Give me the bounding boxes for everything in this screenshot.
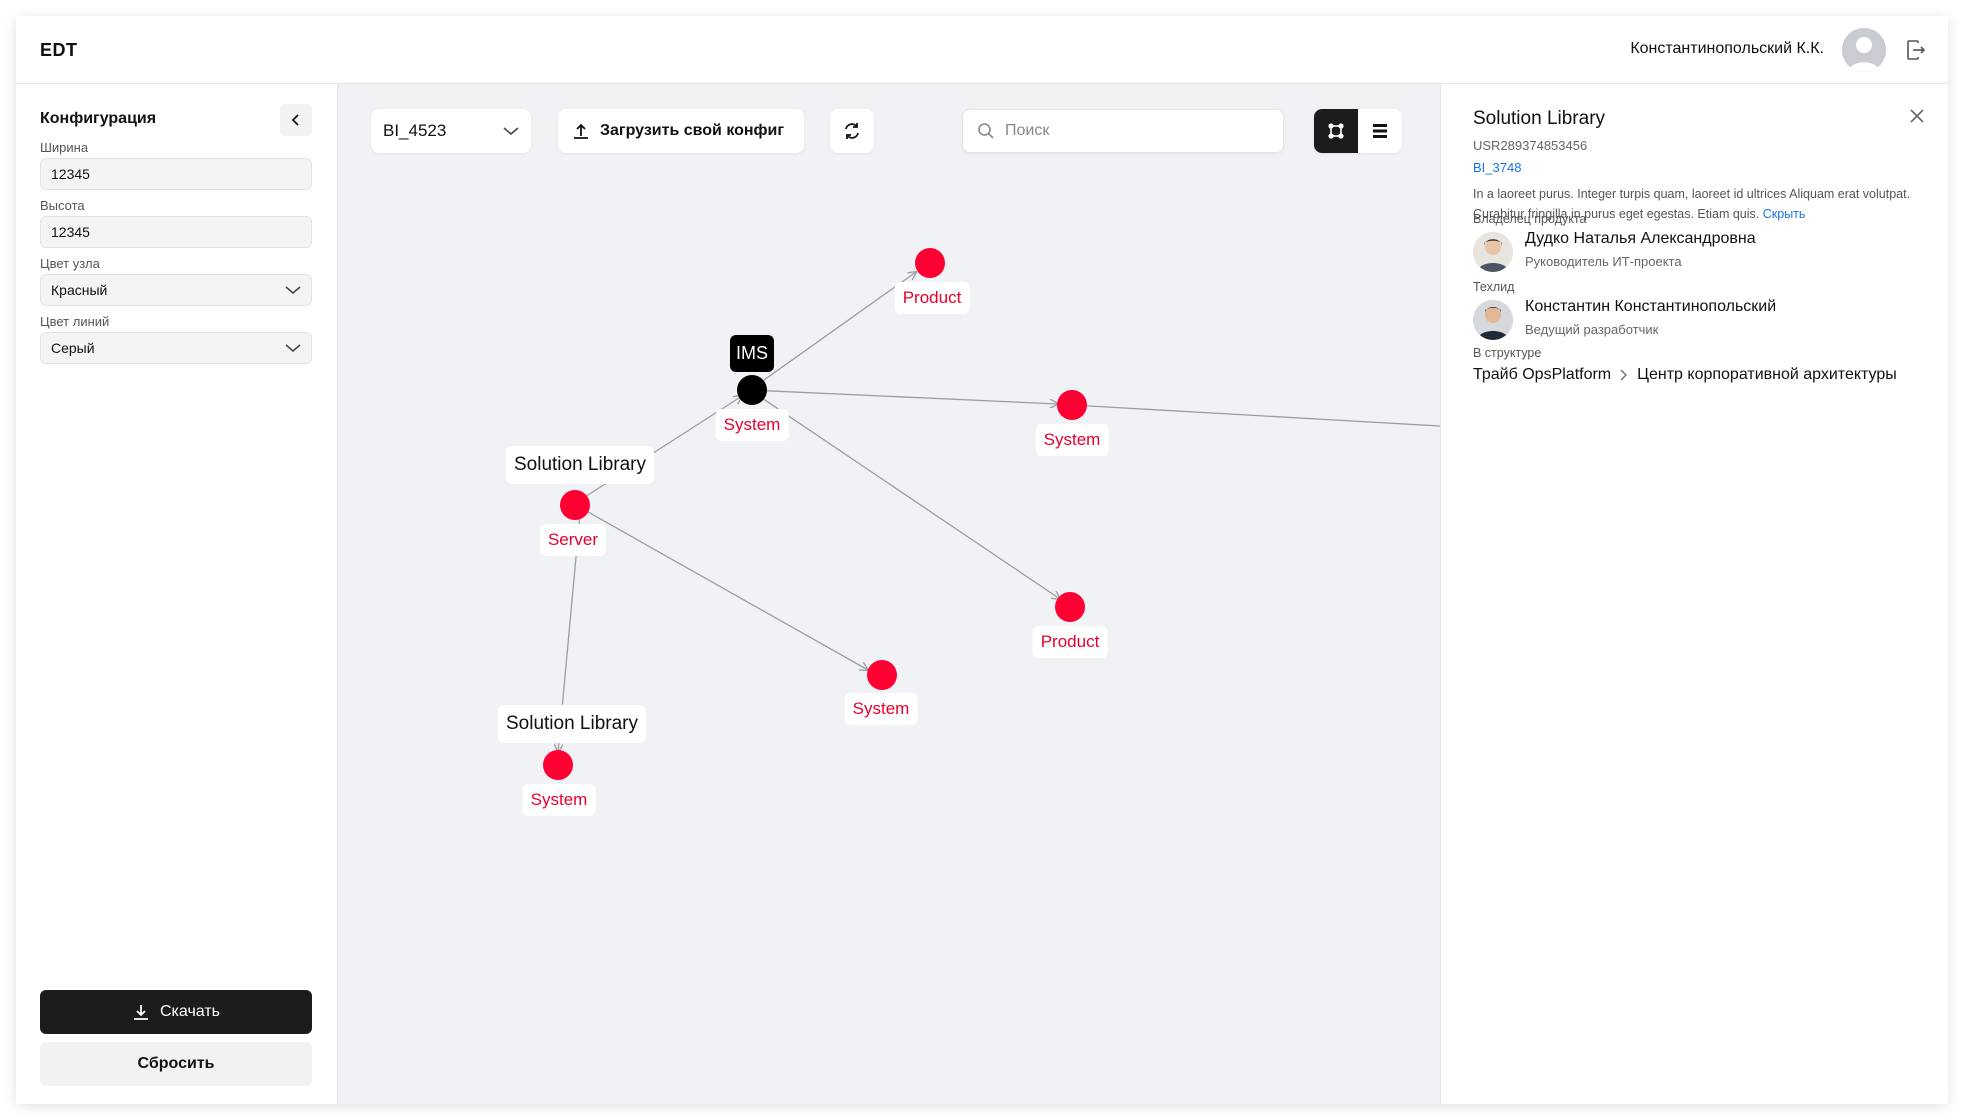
avatar-placeholder-icon xyxy=(1842,28,1886,72)
owner-avatar xyxy=(1473,232,1513,272)
hide-description-link[interactable]: Скрыть xyxy=(1763,207,1806,221)
graph-edges xyxy=(543,248,1440,780)
upload-config-button[interactable]: Загрузить свой конфиг xyxy=(558,109,804,153)
chevron-down-icon xyxy=(503,127,519,136)
close-icon[interactable] xyxy=(1907,106,1927,126)
edge-server-system-mid xyxy=(573,503,868,670)
techlead-role: Ведущий разработчик xyxy=(1525,322,1659,337)
edge-ims-product-bottom xyxy=(749,389,1060,599)
node-system-mid-label[interactable]: System xyxy=(844,693,918,725)
structure-section-label: В структуре xyxy=(1473,346,1542,360)
list-view-icon xyxy=(1373,124,1387,138)
line-color-select[interactable]: Серый xyxy=(40,332,312,364)
chevron-right-icon xyxy=(1620,369,1628,381)
node-ims-dot xyxy=(737,375,767,405)
line-color-value: Серый xyxy=(51,340,95,356)
width-value: 12345 xyxy=(51,166,90,182)
user-avatar[interactable] xyxy=(1842,28,1886,72)
width-input[interactable]: 12345 xyxy=(40,158,312,190)
node-color-select[interactable]: Красный xyxy=(40,274,312,306)
owner-section-label: Владелец продукта xyxy=(1473,212,1587,226)
node-server-title[interactable]: Solution Library xyxy=(505,446,655,484)
search-icon xyxy=(978,123,994,139)
reset-button[interactable]: Сбросить xyxy=(40,1042,312,1086)
techlead-section-label: Техлид xyxy=(1473,280,1515,294)
owner-role: Руководитель ИТ-проекта xyxy=(1525,254,1682,269)
graph-view-icon xyxy=(1328,123,1344,139)
config-panel: Конфигурация Ширина 12345 Высота 12345 Ц… xyxy=(16,84,338,1104)
config-select[interactable]: BI_4523 xyxy=(371,109,531,153)
node-system-bottom-title[interactable]: Solution Library xyxy=(497,705,647,743)
height-input[interactable]: 12345 xyxy=(40,216,312,248)
edge-system-right-offscreen xyxy=(1071,404,1440,427)
details-title: Solution Library xyxy=(1473,108,1606,129)
search-placeholder: Поиск xyxy=(1005,122,1050,139)
node-system-mid-dot xyxy=(867,660,897,690)
width-label: Ширина xyxy=(40,140,89,155)
download-icon xyxy=(134,1005,148,1020)
height-value: 12345 xyxy=(51,224,90,240)
details-panel: Solution Library USR289374853456 BI_3748… xyxy=(1440,84,1948,1104)
node-system-right-label[interactable]: System xyxy=(1035,424,1109,456)
breadcrumb-item-center[interactable]: Центр корпоративной архитектуры xyxy=(1637,366,1897,384)
upload-icon xyxy=(574,123,588,139)
refresh-button[interactable] xyxy=(830,109,874,153)
search-input[interactable]: Поиск xyxy=(962,109,1284,153)
user-name: Константинопольский К.К. xyxy=(1630,40,1824,57)
node-server-dot xyxy=(560,490,590,520)
node-product-top-label[interactable]: Product xyxy=(894,282,970,314)
chevron-left-icon xyxy=(291,114,299,126)
download-button[interactable]: Скачать xyxy=(40,990,312,1034)
chevron-down-icon xyxy=(285,286,301,295)
node-product-bottom-dot xyxy=(1055,592,1085,622)
download-label: Скачать xyxy=(160,1003,220,1020)
edge-ims-product-top xyxy=(749,272,916,391)
breadcrumb: Трайб OpsPlatform Центр корпоративной ар… xyxy=(1473,366,1897,384)
graph-canvas[interactable]: Product IMS System System Solution Libra… xyxy=(338,84,1440,1104)
node-system-right-dot xyxy=(1057,390,1087,420)
node-server-label[interactable]: Server xyxy=(539,524,607,556)
reset-label: Сбросить xyxy=(137,1055,215,1072)
config-title: Конфигурация xyxy=(40,110,157,127)
node-ims-label[interactable]: System xyxy=(715,409,789,441)
node-ims-badge[interactable]: IMS xyxy=(729,335,775,372)
node-product-bottom-label[interactable]: Product xyxy=(1032,626,1108,658)
techlead-name: Константин Константинопольский xyxy=(1525,298,1777,315)
line-color-label: Цвет линий xyxy=(40,314,110,329)
edge-ims-system-right xyxy=(749,389,1058,404)
techlead-avatar xyxy=(1473,300,1513,340)
node-product-top-dot xyxy=(915,248,945,278)
details-link[interactable]: BI_3748 xyxy=(1473,160,1521,175)
details-id: USR289374853456 xyxy=(1473,138,1588,153)
logout-icon[interactable] xyxy=(1904,38,1928,62)
chevron-down-icon xyxy=(285,344,301,353)
upload-config-label: Загрузить свой конфиг xyxy=(600,122,785,139)
owner-name: Дудко Наталья Александровна xyxy=(1525,230,1756,247)
height-label: Высота xyxy=(40,198,85,213)
collapse-panel-button[interactable] xyxy=(280,104,312,136)
node-system-bottom-label[interactable]: System xyxy=(522,784,596,816)
refresh-icon xyxy=(845,123,859,139)
app-window: EDT Константинопольский К.К. Конфигураци… xyxy=(16,16,1948,1104)
node-system-bottom-dot xyxy=(543,750,573,780)
owner-person[interactable]: Дудко Наталья Александровна Руководитель… xyxy=(1473,230,1933,274)
breadcrumb-item-tribe[interactable]: Трайб OpsPlatform xyxy=(1473,366,1611,384)
node-color-value: Красный xyxy=(51,282,108,298)
techlead-person[interactable]: Константин Константинопольский Ведущий р… xyxy=(1473,298,1933,342)
app-logo[interactable]: EDT xyxy=(40,40,78,61)
graph-view-toggle[interactable] xyxy=(1314,109,1358,153)
list-view-toggle[interactable] xyxy=(1358,109,1402,153)
top-header: EDT Константинопольский К.К. xyxy=(16,16,1948,84)
node-color-label: Цвет узла xyxy=(40,256,100,271)
config-select-value: BI_4523 xyxy=(383,121,447,140)
